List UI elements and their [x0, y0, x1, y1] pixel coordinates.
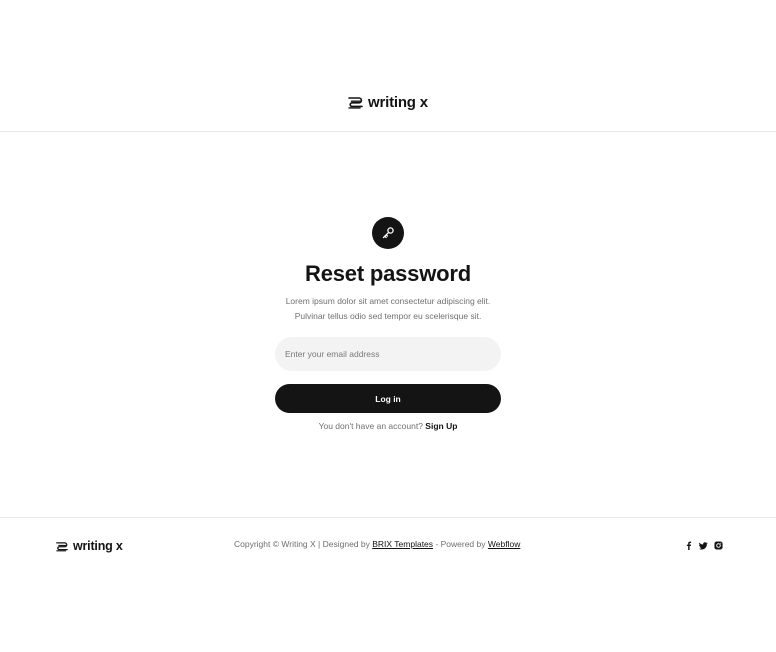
signup-prompt-text: You don't have an account?	[318, 421, 423, 431]
email-field[interactable]	[275, 337, 501, 371]
key-icon	[382, 227, 394, 239]
brand-name: writing x	[368, 94, 428, 111]
login-button[interactable]: Log in	[275, 384, 501, 413]
webflow-link[interactable]: Webflow	[488, 539, 520, 549]
page-subtitle-line-2: Pulvinar tellus odio sed tempor eu scele…	[294, 311, 482, 321]
key-badge	[372, 217, 404, 249]
reset-password-section: Reset password Lorem ipsum dolor sit ame…	[0, 132, 776, 518]
instagram-icon[interactable]	[714, 541, 723, 550]
signup-link[interactable]: Sign Up	[425, 421, 457, 431]
page-subtitle-line-1: Lorem ipsum dolor sit amet consectetur a…	[285, 296, 491, 306]
footer-copyright: Copyright © Writing X | Designed by BRIX…	[234, 539, 520, 549]
powered-by-text: - Powered by	[435, 539, 486, 549]
logo-icon	[348, 97, 363, 109]
footer-brand-logo-link[interactable]: writing x	[56, 539, 123, 553]
signup-prompt: You don't have an account? Sign Up	[0, 421, 776, 431]
designer-link[interactable]: BRIX Templates	[372, 539, 433, 549]
facebook-icon[interactable]	[684, 541, 693, 550]
social-links	[684, 541, 723, 550]
page-title: Reset password	[305, 261, 471, 286]
logo-icon	[56, 541, 68, 551]
site-header: writing x	[0, 0, 776, 132]
site-footer	[0, 517, 776, 652]
brand-logo-link[interactable]: writing x	[348, 94, 428, 111]
twitter-icon[interactable]	[699, 541, 708, 550]
footer-brand-name: writing x	[73, 539, 123, 553]
copyright-text: Copyright © Writing X | Designed by	[234, 539, 370, 549]
